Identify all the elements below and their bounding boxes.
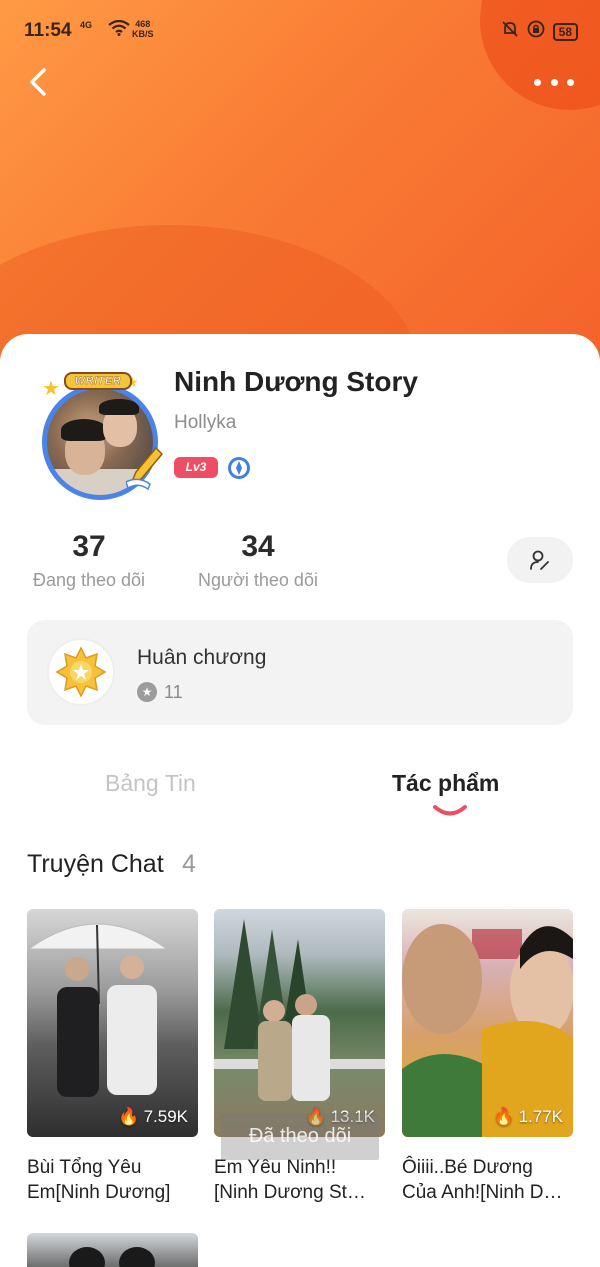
back-button[interactable] bbox=[22, 62, 58, 102]
view-count-value: 1.77K bbox=[518, 1107, 563, 1126]
wifi-icon bbox=[108, 19, 130, 41]
story-title: Bùi Tổng Yêu Em[Ninh Dương] bbox=[27, 1157, 171, 1203]
edit-profile-button[interactable] bbox=[507, 537, 573, 583]
bell-off-icon bbox=[501, 20, 519, 43]
level-badge: Lv3 bbox=[174, 457, 218, 478]
section-count: 4 bbox=[182, 850, 196, 878]
medal-icon bbox=[49, 640, 113, 704]
story-thumbnail: 🔥 7.59K bbox=[27, 909, 198, 1137]
following-label: Đang theo dõi bbox=[32, 570, 146, 590]
star-icon: ★ bbox=[42, 378, 60, 400]
story-thumbnail bbox=[69, 1247, 155, 1267]
quill-pen-icon bbox=[126, 446, 164, 490]
tab-works[interactable]: Tác phẩm bbox=[392, 770, 499, 797]
section-title: Truyện Chat bbox=[27, 850, 164, 878]
followed-toast: Đã theo dõi bbox=[221, 1113, 379, 1160]
story-card[interactable] bbox=[27, 1233, 198, 1267]
profile-handle: Hollyka bbox=[174, 412, 237, 433]
tab-news-feed[interactable]: Bảng Tin bbox=[105, 770, 196, 797]
rotation-lock-icon bbox=[527, 20, 545, 43]
active-tab-indicator bbox=[433, 805, 467, 816]
medals-count: 11 bbox=[164, 682, 183, 702]
story-card[interactable]: 🔥 1.77K Ôiiii..Bé Dương Của Anh![Ninh D… bbox=[402, 909, 573, 1205]
story-thumbnail: 🔥 13.1K bbox=[214, 909, 385, 1137]
flame-icon: 🔥 bbox=[118, 1107, 140, 1126]
network-speed: 468 KB/S bbox=[132, 19, 154, 39]
status-right-group: 58 bbox=[501, 20, 578, 43]
speed-unit: KB/S bbox=[132, 29, 154, 39]
dot-icon bbox=[567, 78, 574, 86]
story-thumbnail: 🔥 1.77K bbox=[402, 909, 573, 1137]
dot-icon bbox=[550, 78, 558, 86]
avatar-frame[interactable]: ★ ★ WRITER bbox=[28, 370, 168, 500]
star-circle-icon: ★ bbox=[137, 682, 157, 702]
medals-title: Huân chương bbox=[137, 646, 267, 669]
followers-stat[interactable]: 34 Người theo dõi bbox=[190, 530, 326, 591]
dot-icon bbox=[534, 78, 541, 86]
story-title: Ôiiii..Bé Dương Của Anh![Ninh D… bbox=[402, 1157, 563, 1203]
medals-card[interactable]: Huân chương ★ 11 bbox=[27, 620, 573, 725]
network-type: 4G bbox=[80, 20, 93, 30]
following-count: 37 bbox=[72, 530, 106, 563]
story-card[interactable]: 🔥 7.59K Bùi Tổng Yêu Em[Ninh Dương] bbox=[27, 909, 198, 1205]
speed-value: 468 bbox=[135, 19, 151, 29]
status-time: 11:54 bbox=[24, 20, 72, 41]
story-card[interactable]: 🔥 13.1K Em Yêu Ninh!! [Ninh Dương St… bbox=[214, 909, 385, 1205]
chevron-left-icon bbox=[30, 68, 46, 96]
followers-count: 34 bbox=[241, 530, 275, 563]
view-count-value: 7.59K bbox=[143, 1107, 188, 1126]
story-title: Em Yêu Ninh!! [Ninh Dương St… bbox=[214, 1157, 366, 1203]
view-count: 🔥 7.59K bbox=[118, 1107, 188, 1127]
profile-name: Ninh Dương Story bbox=[174, 366, 418, 397]
view-count: 🔥 1.77K bbox=[493, 1107, 563, 1127]
more-options-button[interactable] bbox=[534, 72, 574, 92]
verified-badge-icon bbox=[228, 457, 250, 479]
edit-user-icon bbox=[530, 550, 549, 570]
battery-indicator: 58 bbox=[552, 22, 578, 41]
status-bar: 11:54 4G 468 KB/S 58 bbox=[0, 0, 600, 60]
followers-label: Người theo dõi bbox=[198, 570, 318, 590]
writer-badge: WRITER bbox=[64, 372, 132, 390]
flame-icon: 🔥 bbox=[493, 1107, 515, 1126]
following-stat[interactable]: 37 Đang theo dõi bbox=[26, 530, 152, 591]
